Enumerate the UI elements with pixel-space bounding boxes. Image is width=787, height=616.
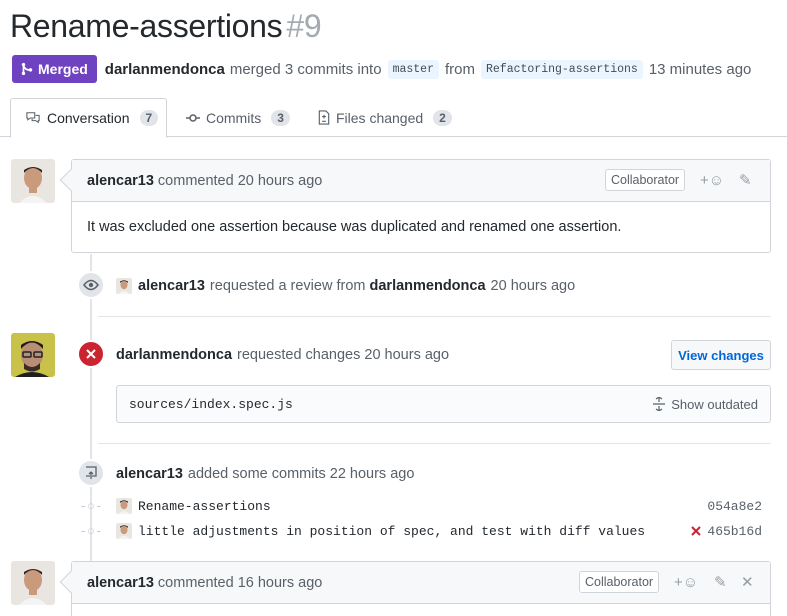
show-outdated-button[interactable]: Show outdated: [652, 397, 758, 412]
commit-message[interactable]: Rename-assertions: [138, 499, 271, 514]
comment-2-header: alencar13 commented 16 hours ago Collabo…: [59, 562, 770, 604]
tab-files-label: Files changed: [336, 109, 424, 126]
outdated-file-path[interactable]: sources/index.spec.js: [129, 397, 293, 412]
review-time[interactable]: 20 hours ago: [491, 278, 576, 294]
review-target[interactable]: darlanmendonca: [370, 278, 486, 294]
comment-caret: [59, 168, 83, 192]
show-outdated-label: Show outdated: [671, 396, 758, 412]
commits-added-event: alencar13 added some commits 22 hours ag…: [116, 464, 414, 484]
collaborator-badge: Collaborator: [579, 571, 660, 593]
commit-message[interactable]: little adjustments in position of spec, …: [138, 524, 645, 539]
tab-files-count: 2: [433, 109, 452, 126]
commits-text: added some commits 22 hours ago: [187, 466, 415, 482]
comment-discussion-icon: [26, 112, 40, 124]
changes-actor[interactable]: darlanmendonca: [116, 347, 232, 363]
unfold-icon: [653, 397, 666, 411]
comment-caret: [59, 570, 83, 594]
commit-sha-text: 465b16d: [707, 523, 762, 539]
pr-title: Rename-assertions #9: [10, 8, 322, 45]
timeline-divider: [98, 443, 771, 444]
base-branch[interactable]: master: [387, 59, 439, 79]
outdated-file-box: sources/index.spec.js Show outdated: [116, 385, 771, 423]
avatar-alencar13[interactable]: [11, 561, 55, 605]
commit-dot-icon: -○-: [79, 523, 103, 539]
comment-1-header: alencar13 commented 20 hours ago Collabo…: [59, 160, 770, 202]
tab-conversation-label: Conversation: [47, 110, 130, 126]
comment-1-body: It was excluded one assertion because wa…: [87, 219, 622, 235]
pr-meta: Merged darlanmendonca merged 3 commits i…: [12, 55, 751, 83]
avatar-darlanmendonca[interactable]: [11, 333, 55, 377]
timeline-divider: [98, 316, 771, 317]
commit-avatar[interactable]: [116, 523, 132, 539]
tab-files-changed[interactable]: Files changed 2: [318, 98, 452, 137]
comment-1: alencar13 commented 20 hours ago Collabo…: [59, 159, 771, 253]
timeline-line: [90, 254, 92, 564]
avatar-alencar13[interactable]: [11, 159, 55, 203]
tab-commits[interactable]: Commits 3: [186, 98, 290, 137]
delete-x-icon[interactable]: ✕: [741, 573, 754, 591]
merged-time: 13 minutes ago: [648, 60, 752, 78]
pr-author[interactable]: darlanmendonca: [105, 61, 225, 78]
changes-text: requested changes 20 hours ago: [237, 347, 450, 363]
commit-avatar[interactable]: [116, 498, 132, 514]
commit-dot-icon: -○-: [79, 498, 103, 514]
merged-badge: Merged: [12, 55, 97, 83]
comment-2-author[interactable]: alencar13: [87, 575, 154, 591]
tab-commits-count: 3: [271, 109, 290, 126]
commit-sha[interactable]: 054a8e2: [707, 499, 762, 514]
head-branch[interactable]: Refactoring-assertions: [480, 59, 643, 79]
commits-actor[interactable]: alencar13: [116, 466, 183, 482]
commit-row: -○- little adjustments in position of sp…: [79, 520, 771, 542]
merge-icon: [21, 62, 33, 76]
view-changes-button[interactable]: View changes: [671, 340, 771, 370]
review-request-event: alencar13 requested a review from darlan…: [116, 276, 575, 296]
tab-commits-label: Commits: [206, 109, 262, 126]
add-reaction-icon[interactable]: +☺: [700, 172, 724, 189]
status-failed-icon[interactable]: [691, 526, 702, 536]
commit-row: -○- Rename-assertions 054a8e2: [79, 495, 771, 517]
repo-push-icon: [77, 459, 105, 487]
comment-1-action[interactable]: commented 20 hours ago: [158, 173, 322, 189]
edit-pencil-icon[interactable]: ✎: [714, 573, 727, 591]
edit-pencil-icon[interactable]: ✎: [739, 171, 752, 189]
eye-icon: [77, 271, 105, 299]
changes-requested-event: darlanmendonca requested changes 20 hour…: [116, 345, 449, 365]
pr-title-text: Rename-assertions: [10, 8, 283, 44]
mini-avatar-alencar13[interactable]: [116, 278, 132, 294]
commit-icon: [186, 113, 200, 122]
review-text: requested a review from: [209, 278, 366, 294]
merged-label: Merged: [38, 61, 88, 77]
collaborator-badge: Collaborator: [605, 169, 686, 191]
comment-1-author[interactable]: alencar13: [87, 173, 154, 189]
comment-2: alencar13 commented 16 hours ago Collabo…: [59, 561, 771, 616]
file-diff-icon: [318, 110, 330, 125]
pr-number: #9: [286, 8, 322, 44]
pr-tabs: Conversation 7 Commits 3 Files changed 2: [0, 98, 787, 138]
review-actor[interactable]: alencar13: [138, 278, 205, 294]
comment-2-action[interactable]: commented 16 hours ago: [158, 575, 322, 591]
x-icon: [77, 340, 105, 368]
merged-text: merged 3 commits into: [229, 60, 382, 78]
commit-sha-text: 054a8e2: [707, 498, 762, 514]
commit-sha[interactable]: 465b16d: [691, 524, 762, 539]
tab-conversation[interactable]: Conversation 7: [10, 98, 167, 138]
add-reaction-icon[interactable]: +☺: [674, 574, 698, 591]
from-text: from: [444, 60, 475, 78]
tab-conversation-count: 7: [139, 110, 159, 126]
